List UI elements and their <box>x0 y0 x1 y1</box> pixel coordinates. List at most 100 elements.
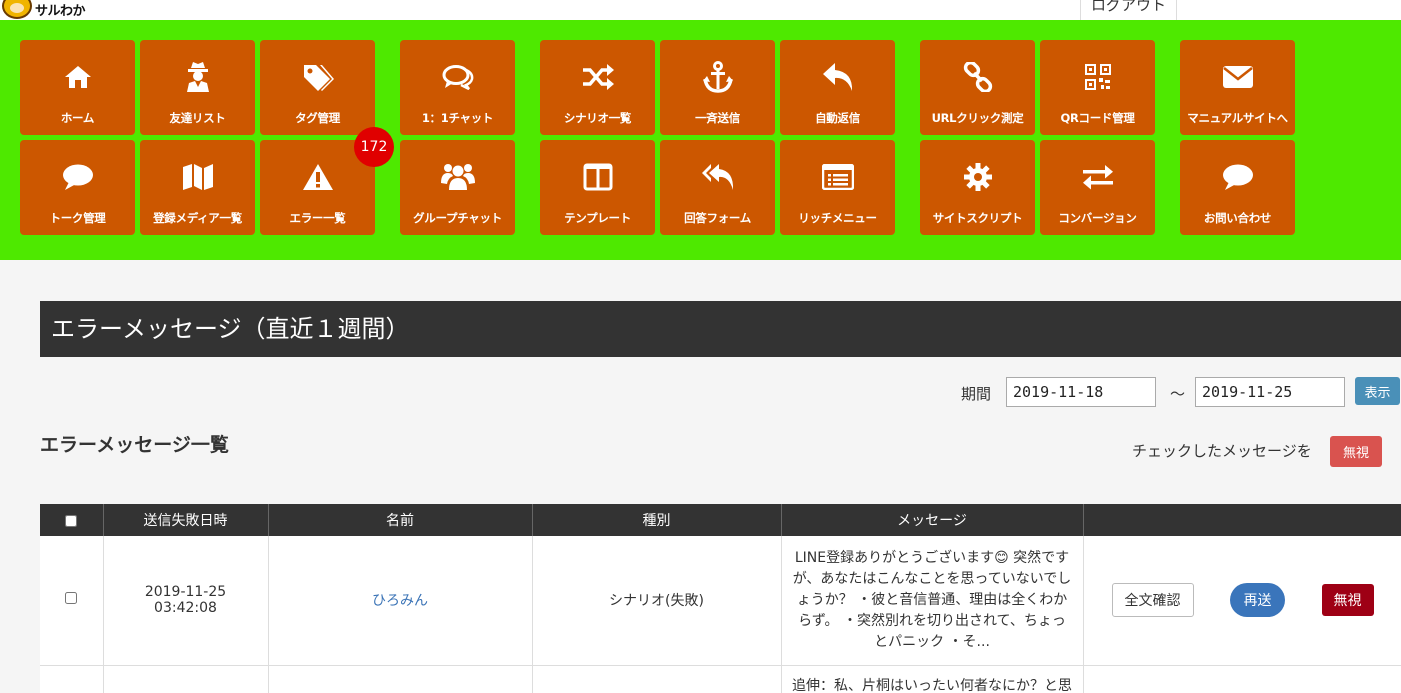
map-icon <box>140 160 255 194</box>
warning-icon <box>260 160 375 194</box>
anchor-icon <box>660 60 775 94</box>
row-select-cell <box>40 536 104 666</box>
date-separator: ～ <box>1170 385 1186 403</box>
comment-icon <box>20 160 135 194</box>
show-button[interactable]: 表示 <box>1355 377 1400 405</box>
column-header-actions <box>1083 504 1401 536</box>
users-icon <box>400 160 515 194</box>
nav-tile-label: 回答フォーム <box>684 211 751 225</box>
tags-icon <box>260 60 375 94</box>
gear-icon <box>920 160 1035 194</box>
column-header-name: 名前 <box>268 504 533 536</box>
message-cell: 追伸：私、片桐はいったい何者なにか？と思 <box>781 665 1084 693</box>
nav-tile-url-click[interactable]: URLクリック測定 <box>920 40 1035 135</box>
user-secret-icon <box>140 60 255 94</box>
date-from-input[interactable] <box>1006 377 1156 407</box>
shuffle-icon <box>540 60 655 94</box>
list-title: エラーメッセージ一覧 <box>40 434 229 456</box>
failed-time: 03:42:08 <box>154 600 217 617</box>
nav-tile-label: お問い合わせ <box>1203 211 1272 225</box>
nav-tile-rich-menu[interactable]: リッチメニュー <box>780 140 895 235</box>
friend-name-link[interactable]: ひろみん <box>372 593 428 609</box>
nav-tile-label: トーク管理 <box>49 211 106 225</box>
nav-tile-label: ホーム <box>60 111 95 125</box>
resend-button[interactable]: 再送 <box>1230 583 1285 618</box>
actions-cell: 全文確認 再送 無視 <box>1083 536 1401 666</box>
nav-tile-label: 一斉送信 <box>695 111 740 125</box>
type-cell: シナリオ(失敗) <box>532 536 782 666</box>
nav-tile-conversion[interactable]: コンバージョン <box>1040 140 1155 235</box>
qrcode-icon <box>1040 60 1155 94</box>
page-title: エラーメッセージ（直近１週間） <box>40 301 1401 357</box>
top-bar: サルわか ログアウト <box>0 0 1401 20</box>
nav-tile-label: コンバージョン <box>1058 211 1137 225</box>
nav-tile-label: 登録メディア一覧 <box>153 211 242 225</box>
nav-tile-label: シナリオ一覧 <box>563 111 632 125</box>
nav-tile-auto-reply[interactable]: 自動返信 <box>780 40 895 135</box>
nav-tile-manual[interactable]: マニュアルサイトへ <box>1180 40 1295 135</box>
table-row: 追伸：私、片桐はいったい何者なにか？と思 <box>40 665 1401 693</box>
nav-tile-media[interactable]: 登録メディア一覧 <box>140 140 255 235</box>
nav-tile-label: マニュアルサイトへ <box>1187 111 1288 125</box>
row-select-cell <box>40 665 104 693</box>
nav-tile-chat[interactable]: 1：1チャット <box>400 40 515 135</box>
logo[interactable]: サルわか <box>2 0 86 19</box>
nav-tile-label: 自動返信 <box>815 111 860 125</box>
type-cell <box>532 665 782 693</box>
failed-date: 2019-11-25 <box>144 584 227 601</box>
period-label: 期間 <box>961 385 992 403</box>
nav-tile-label: 1：1チャット <box>421 111 494 125</box>
nav-tile-talk[interactable]: トーク管理 <box>20 140 135 235</box>
comment-icon <box>1180 160 1295 194</box>
date-cell <box>103 665 269 693</box>
nav-tile-label: サイトスクリプト <box>932 211 1023 225</box>
list-alt-icon <box>780 160 895 194</box>
actions-cell <box>1083 665 1401 693</box>
nav-tile-site-script[interactable]: サイトスクリプト <box>920 140 1035 235</box>
nav-tile-template[interactable]: テンプレート <box>540 140 655 235</box>
nav-tile-label: タグ管理 <box>295 111 340 125</box>
date-cell: 2019-11-25 03:42:08 <box>103 536 269 666</box>
name-cell: ひろみん <box>268 536 533 666</box>
logout-button[interactable]: ログアウト <box>1080 0 1177 20</box>
view-full-button[interactable]: 全文確認 <box>1111 583 1194 618</box>
reply-all-icon <box>660 160 775 194</box>
select-all-header <box>40 504 104 536</box>
column-header-date: 送信失敗日時 <box>103 504 269 536</box>
error-count-badge: 172 <box>354 127 394 167</box>
date-to-input[interactable] <box>1195 377 1345 407</box>
row-checkbox[interactable] <box>65 592 78 605</box>
nav-tile-contact[interactable]: お問い合わせ <box>1180 140 1295 235</box>
nav-tile-friends[interactable]: 友達リスト <box>140 40 255 135</box>
exchange-icon <box>1040 160 1155 194</box>
select-all-checkbox[interactable] <box>65 515 78 527</box>
nav-tile-label: URLクリック測定 <box>931 111 1024 125</box>
ignore-button[interactable]: 無視 <box>1321 584 1374 617</box>
nav-tile-label: QRコード管理 <box>1060 111 1135 125</box>
main-nav: ホーム 友達リスト タグ管理 1：1チャット シナリオ一覧 一斉送信 自動返信 … <box>0 20 1401 260</box>
reply-icon <box>780 60 895 94</box>
table-header-row: 送信失敗日時 名前 種別 メッセージ <box>40 504 1401 536</box>
column-header-message: メッセージ <box>781 504 1084 536</box>
nav-tile-label: エラー一覧 <box>289 211 346 225</box>
home-icon <box>20 60 135 94</box>
envelope-icon <box>1180 60 1295 94</box>
nav-tile-group-chat[interactable]: グループチャット <box>400 140 515 235</box>
link-icon <box>920 60 1035 94</box>
name-cell <box>268 665 533 693</box>
nav-tile-tags[interactable]: タグ管理 <box>260 40 375 135</box>
column-header-type: 種別 <box>532 504 782 536</box>
nav-tile-answer-form[interactable]: 回答フォーム <box>660 140 775 235</box>
nav-tile-scenario[interactable]: シナリオ一覧 <box>540 40 655 135</box>
error-message-table: 送信失敗日時 名前 種別 メッセージ 2019-11-25 03:42:08 ひ… <box>40 504 1401 693</box>
nav-tile-broadcast[interactable]: 一斉送信 <box>660 40 775 135</box>
nav-tile-label: 友達リスト <box>169 111 226 125</box>
nav-tile-qr[interactable]: QRコード管理 <box>1040 40 1155 135</box>
table-row: 2019-11-25 03:42:08 ひろみん シナリオ(失敗) LINE登録… <box>40 536 1401 666</box>
nav-tile-home[interactable]: ホーム <box>20 40 135 135</box>
nav-tile-label: リッチメニュー <box>798 211 877 225</box>
checked-messages-label: チェックしたメッセージを <box>1132 442 1312 460</box>
bulk-ignore-button[interactable]: 無視 <box>1330 436 1382 467</box>
nav-tile-label: グループチャット <box>413 211 502 225</box>
columns-icon <box>540 160 655 194</box>
